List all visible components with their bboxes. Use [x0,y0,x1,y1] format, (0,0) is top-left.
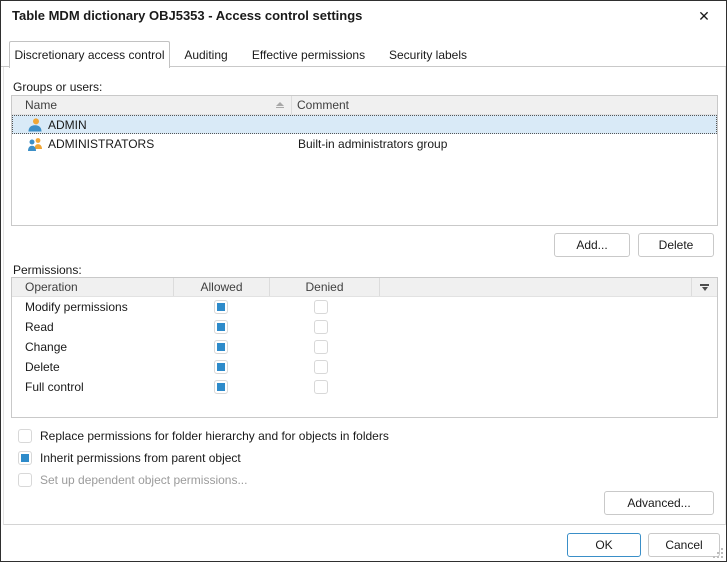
cancel-button[interactable]: Cancel [648,533,720,557]
column-header-operation-label: Operation [25,280,78,294]
close-button[interactable]: ✕ [690,4,718,28]
column-header-comment-label: Comment [297,98,349,112]
column-header-allowed[interactable]: Allowed [174,278,270,296]
column-header-denied-label: Denied [305,280,343,294]
tab-label: Security labels [389,48,467,62]
column-header-allowed-label: Allowed [200,280,242,294]
user-icon [27,117,43,133]
operation-label: Modify permissions [25,300,128,314]
groups-label: Groups or users: [13,80,102,94]
operation-label: Delete [25,360,60,374]
sort-ascending-icon [276,102,284,108]
filter-icon [700,284,709,291]
column-header-operation[interactable]: Operation [12,278,174,296]
add-button[interactable]: Add... [554,233,630,257]
permissions-label: Permissions: [13,263,82,277]
option-dependent-permissions: Set up dependent object permissions... [18,473,247,487]
column-filter-button[interactable] [691,278,717,296]
group-row-administrators[interactable]: ADMINISTRATORS Built-in administrators g… [12,134,717,153]
permission-row-delete: Delete [12,357,717,377]
operation-label: Change [25,340,67,354]
option-label: Set up dependent object permissions... [40,473,247,487]
group-name: ADMIN [48,118,87,132]
allowed-checkbox[interactable] [214,340,228,354]
delete-button[interactable]: Delete [638,233,714,257]
replace-permissions-checkbox[interactable] [18,429,32,443]
group-row-admin[interactable]: ADMIN [12,115,717,134]
column-header-name[interactable]: Name [12,96,292,114]
denied-checkbox[interactable] [314,380,328,394]
tab-label: Auditing [184,48,227,62]
option-inherit-permissions: Inherit permissions from parent object [18,451,241,465]
inherit-permissions-checkbox[interactable] [18,451,32,465]
tab-discretionary-access-control[interactable]: Discretionary access control [9,41,170,68]
users-icon [27,136,43,152]
group-name: ADMINISTRATORS [48,137,154,151]
denied-checkbox[interactable] [314,360,328,374]
allowed-checkbox[interactable] [214,320,228,334]
option-label: Inherit permissions from parent object [40,451,241,465]
tab-effective-permissions[interactable]: Effective permissions [242,43,375,67]
titlebar: Table MDM dictionary OBJ5353 - Access co… [1,1,726,31]
operation-label: Full control [25,380,84,394]
tab-bar: Discretionary access control Auditing Ef… [1,41,726,67]
option-label: Replace permissions for folder hierarchy… [40,429,389,443]
tab-auditing[interactable]: Auditing [170,43,242,67]
permissions-table-header: Operation Allowed Denied [12,278,717,297]
group-comment: Built-in administrators group [298,137,447,151]
column-header-denied[interactable]: Denied [270,278,380,296]
permission-row-read: Read [12,317,717,337]
permission-row-change: Change [12,337,717,357]
groups-list: Name Comment ADMIN ADMINISTRATORS [11,95,718,226]
access-control-dialog: Table MDM dictionary OBJ5353 - Access co… [0,0,727,562]
tab-label: Effective permissions [252,48,365,62]
allowed-checkbox[interactable] [214,360,228,374]
tab-security-labels[interactable]: Security labels [375,43,481,67]
denied-checkbox[interactable] [314,300,328,314]
advanced-button[interactable]: Advanced... [604,491,714,515]
denied-checkbox[interactable] [314,340,328,354]
dependent-permissions-checkbox[interactable] [18,473,32,487]
close-icon: ✕ [698,8,710,24]
column-header-comment[interactable]: Comment [292,96,717,114]
allowed-checkbox[interactable] [214,300,228,314]
permissions-table: Operation Allowed Denied Modify permissi… [11,277,718,418]
permission-row-modify-permissions: Modify permissions [12,297,717,317]
permission-row-full-control: Full control [12,377,717,397]
groups-list-header: Name Comment [12,96,717,115]
resize-grip[interactable] [712,547,723,558]
column-header-name-label: Name [25,98,57,112]
allowed-checkbox[interactable] [214,380,228,394]
operation-label: Read [25,320,54,334]
ok-button[interactable]: OK [567,533,641,557]
window-title: Table MDM dictionary OBJ5353 - Access co… [12,8,362,23]
option-replace-permissions: Replace permissions for folder hierarchy… [18,429,389,443]
denied-checkbox[interactable] [314,320,328,334]
tab-label: Discretionary access control [14,48,164,62]
